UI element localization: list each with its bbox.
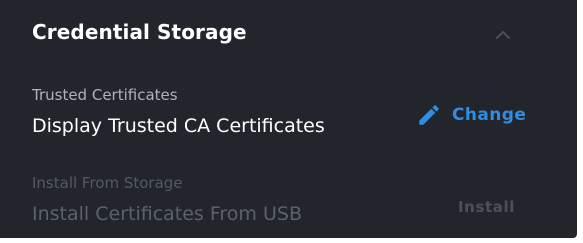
section-header[interactable]: Credential Storage — [0, 0, 577, 68]
chevron-up-icon[interactable] — [494, 26, 512, 39]
setting-label: Trusted Certificates — [32, 86, 178, 104]
change-button[interactable]: Change — [416, 98, 526, 132]
setting-row-install-from-storage: Install From Storage Install Certificate… — [0, 164, 577, 234]
change-button-label: Change — [452, 105, 527, 125]
install-button[interactable]: Install — [458, 190, 515, 224]
setting-value: Display Trusted CA Certificates — [32, 115, 325, 137]
install-button-label: Install — [458, 198, 515, 216]
setting-value: Install Certificates From USB — [32, 203, 302, 225]
section-title: Credential Storage — [32, 20, 247, 44]
setting-row-trusted-certificates: Trusted Certificates Display Trusted CA … — [0, 76, 577, 146]
setting-label: Install From Storage — [32, 174, 183, 192]
pencil-icon — [416, 102, 442, 128]
credential-storage-panel: Credential Storage Trusted Certificates … — [0, 0, 577, 238]
